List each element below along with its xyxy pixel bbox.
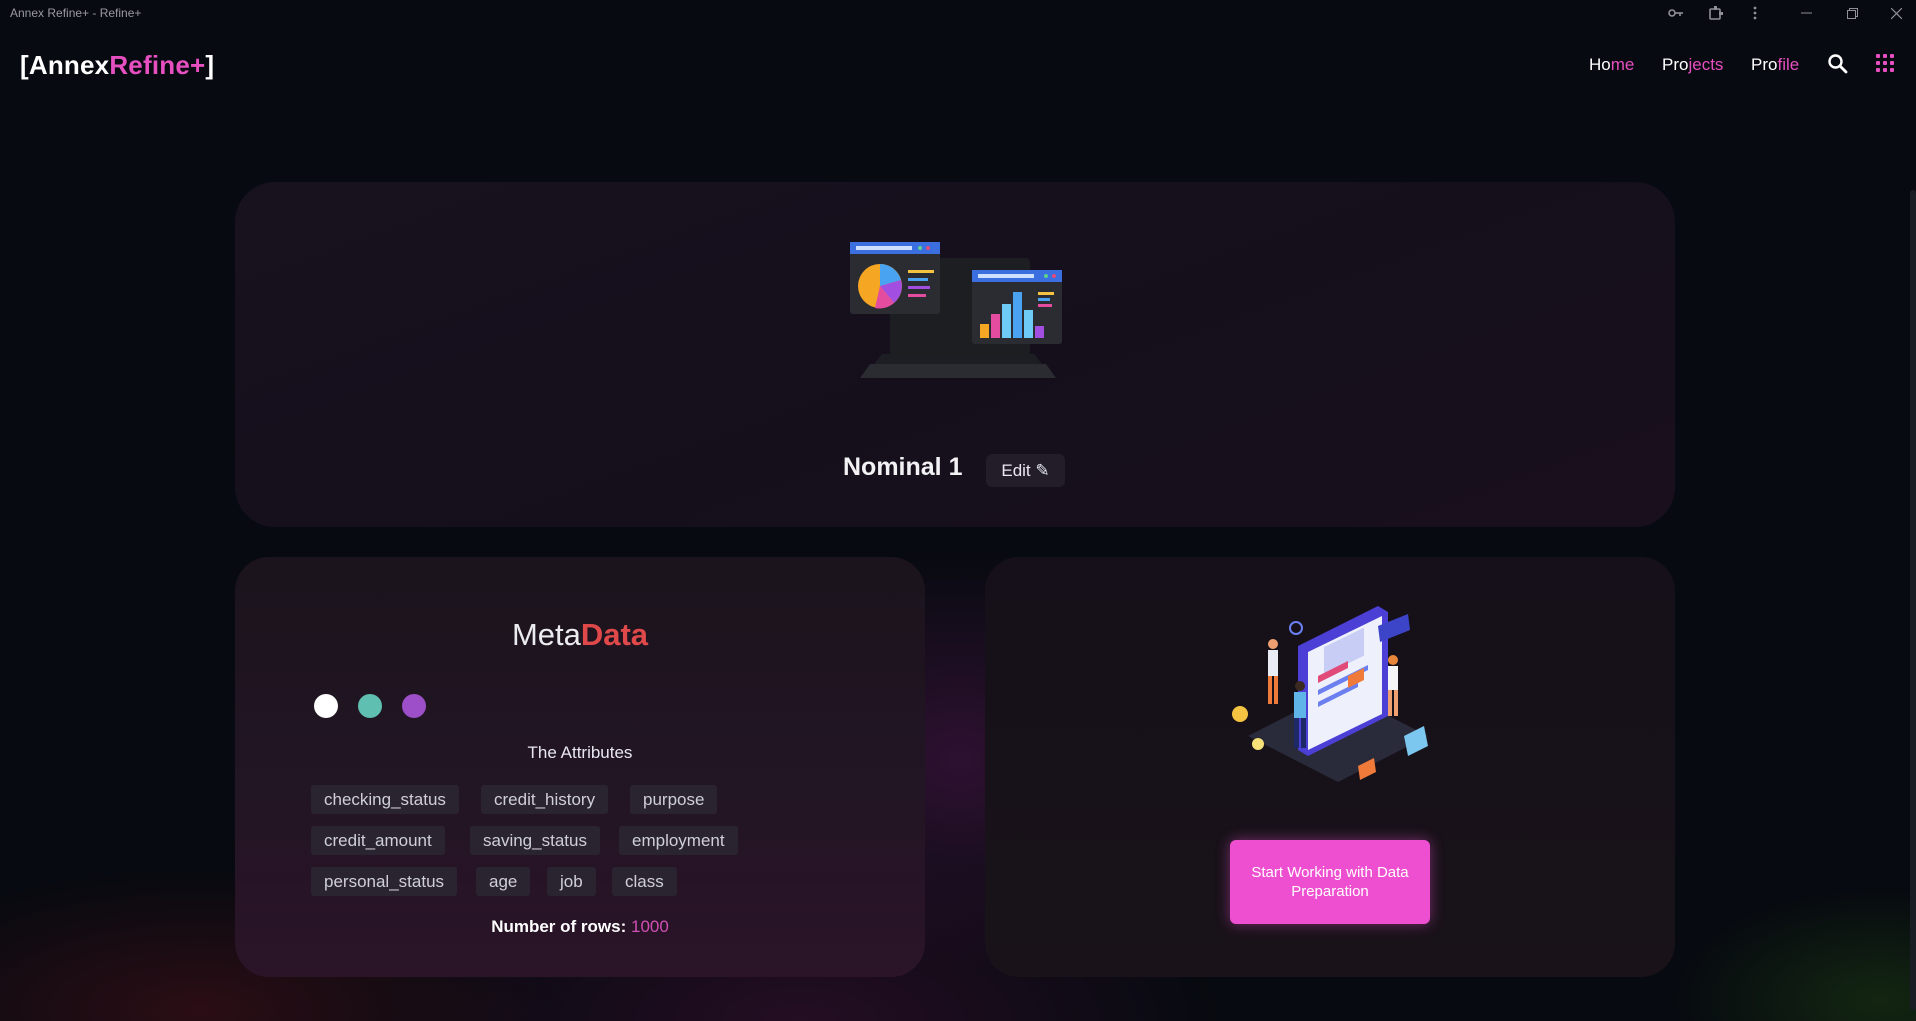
color-dot-teal [358,694,382,718]
attribute-tag: job [547,867,596,896]
attribute-tag: credit_history [481,785,609,814]
attribute-tag: purpose [630,785,718,814]
row-count-value: 1000 [630,917,669,936]
logo-text-white: [Annex [20,50,110,80]
nav-home-label-a: Ho [1589,55,1611,74]
nav-projects-label-a: Pro [1662,55,1689,74]
logo-text-pink: Refine+ [109,50,206,80]
attribute-tag: saving_status [470,826,600,855]
attribute-tag: employment [619,826,738,855]
laptop-charts-illustration [850,240,1062,380]
nav-home[interactable]: Home [1589,55,1634,75]
window-titlebar: Annex Refine+ - Refine+ [0,0,1916,26]
attribute-tag: age [476,867,531,896]
edit-project-button[interactable]: Edit ✎ [986,454,1065,487]
restore-icon[interactable] [1840,0,1864,26]
nav-home-label-b: me [1610,55,1635,74]
attributes-title: The Attributes [527,743,633,762]
metadata-title: MetaData [235,617,925,653]
nav-profile-label-a: Pro [1751,55,1778,74]
app-logo[interactable]: [AnnexRefine+] [20,50,214,81]
color-dot-white [314,694,338,718]
attribute-tag: checking_status [311,785,459,814]
nav-projects[interactable]: Projects [1662,55,1723,75]
metadata-title-data: Data [580,617,649,652]
attribute-tag: class [612,867,677,896]
apps-grid-icon[interactable] [1876,54,1894,72]
nav-profile[interactable]: Profile [1751,55,1799,75]
attribute-tag: credit_amount [311,826,445,855]
attribute-tag: personal_status [311,867,458,896]
row-count: Number of rows: 1000 [235,917,925,937]
close-icon[interactable] [1884,0,1908,26]
metadata-title-meta: Meta [511,617,581,652]
nav-projects-label-b: jects [1688,55,1724,74]
row-count-label: Number of rows: [491,917,627,936]
team-dashboard-illustration [1228,606,1434,786]
search-icon[interactable] [1826,52,1850,76]
nav-profile-label-b: file [1777,55,1800,74]
start-data-preparation-button[interactable]: Start Working with Data Preparation [1230,840,1430,924]
more-vert-icon[interactable] [1745,0,1765,26]
project-title: Nominal 1 [843,453,963,481]
minimize-icon[interactable] [1794,0,1818,26]
color-dot-purple [402,694,426,718]
extension-icon[interactable] [1704,0,1728,26]
page-scrollbar[interactable] [1910,190,1916,1010]
logo-bracket: ] [205,50,215,80]
window-title: Annex Refine+ - Refine+ [10,6,142,20]
key-icon[interactable] [1664,0,1688,26]
